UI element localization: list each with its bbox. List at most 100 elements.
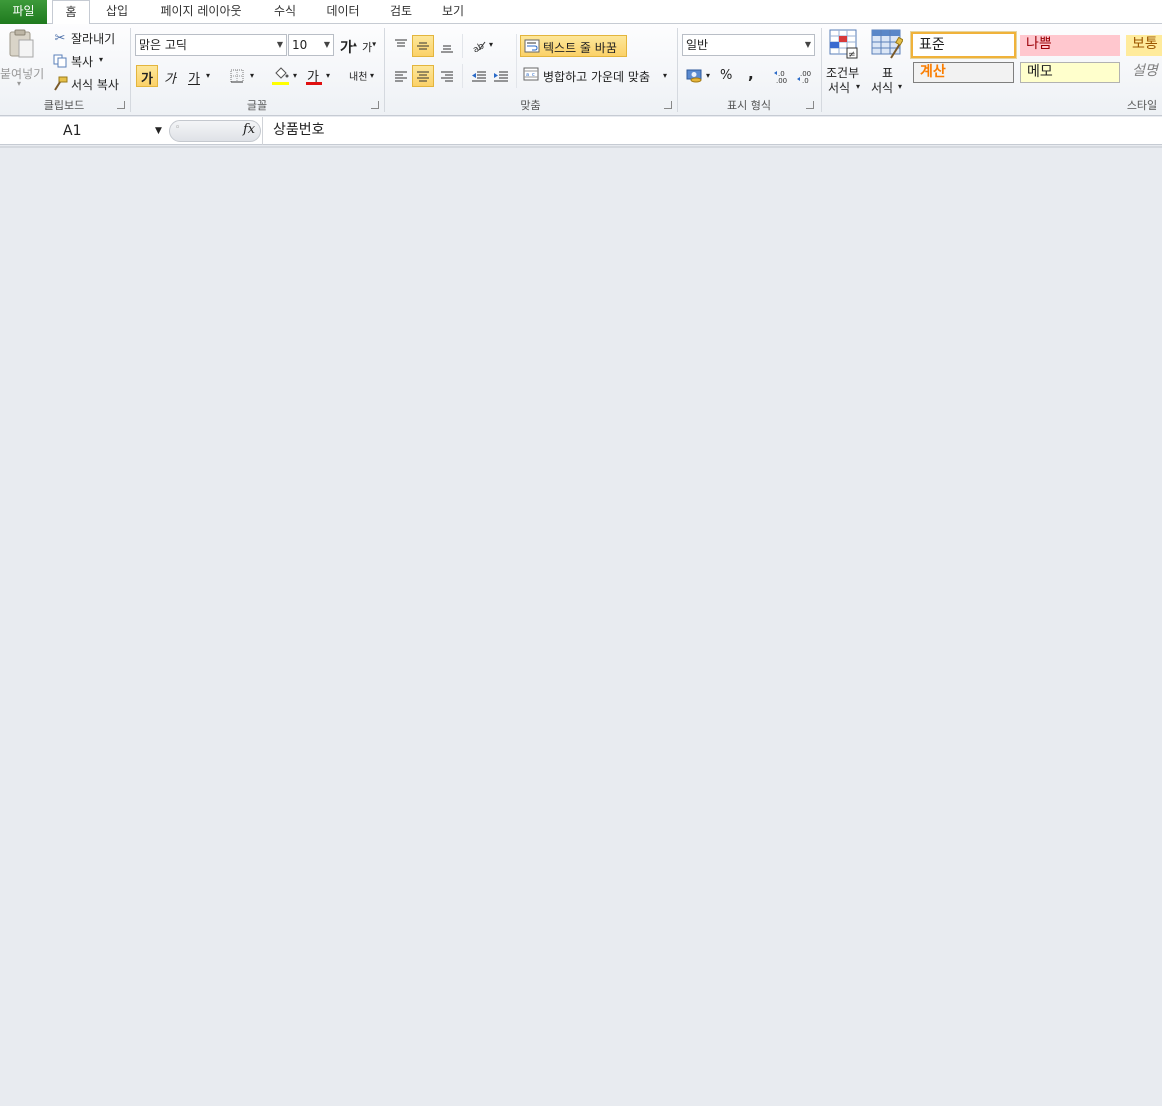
cut-icon: ✂ — [54, 30, 66, 46]
align-bottom-icon[interactable] — [438, 38, 456, 56]
style-normal-label: 표준 — [919, 37, 945, 53]
name-box[interactable]: A1 ▼ — [0, 120, 168, 142]
copy-dropdown-icon[interactable]: ▾ — [99, 55, 103, 64]
subgroup-divider — [516, 34, 517, 88]
group-divider — [821, 28, 822, 112]
italic-button[interactable]: 가 — [164, 68, 176, 87]
style-bad[interactable]: 나쁨 — [1020, 35, 1120, 56]
number-launcher-icon[interactable] — [806, 101, 814, 109]
svg-text:a: a — [526, 72, 529, 78]
align-right-icon[interactable] — [438, 67, 456, 85]
copy-button[interactable]: 복사 — [71, 53, 93, 70]
clipboard-group-label: 클립보드 — [43, 99, 85, 112]
font-name-combo[interactable]: 맑은 고딕 ▼ — [135, 34, 287, 56]
formula-content: 상품번호 — [273, 122, 325, 138]
orientation-dropdown-icon[interactable]: ▾ — [489, 40, 493, 49]
tab-home[interactable]: 홈 — [52, 0, 90, 25]
style-calculation[interactable]: 계산 — [913, 62, 1014, 83]
svg-text:≠: ≠ — [848, 50, 856, 60]
style-note[interactable]: 메모 — [1020, 62, 1120, 83]
style-normal[interactable]: 표준 — [910, 31, 1017, 59]
phonetic-button[interactable]: 내천 — [349, 68, 367, 83]
wrap-text-button[interactable]: 텍스트 줄 바꿈 — [520, 35, 627, 57]
format-painter-icon — [52, 76, 68, 92]
tab-view[interactable]: 보기 — [432, 0, 474, 24]
font-size-combo[interactable]: 10 ▼ — [288, 34, 334, 56]
chevron-down-icon: ▼ — [323, 40, 330, 49]
tab-insert[interactable]: 삽입 — [96, 0, 138, 24]
paste-icon[interactable] — [6, 28, 38, 60]
borders-dropdown-icon[interactable]: ▾ — [250, 71, 254, 80]
align-left-icon[interactable] — [392, 67, 410, 85]
align-top-icon[interactable] — [392, 36, 410, 54]
number-format-value: 일반 — [686, 38, 709, 52]
format-as-table-dropdown-icon[interactable]: ▾ — [898, 82, 902, 91]
style-neutral[interactable]: 보통 — [1126, 35, 1162, 56]
align-middle-button[interactable] — [412, 35, 434, 57]
merge-center-dropdown-icon[interactable]: ▾ — [663, 71, 667, 80]
font-group-label: 글꼴 — [246, 99, 268, 112]
format-as-table-line2[interactable]: 서식 — [871, 79, 893, 96]
increase-indent-icon[interactable] — [492, 67, 510, 85]
fill-color-icon[interactable] — [272, 66, 290, 80]
grow-font-button[interactable]: 가▴ — [340, 37, 357, 57]
phonetic-dropdown-icon[interactable]: ▾ — [370, 71, 374, 80]
formula-input[interactable]: 상품번호 — [262, 117, 1162, 145]
accounting-dropdown-icon[interactable]: ▾ — [706, 71, 710, 80]
align-middle-icon — [417, 42, 429, 50]
ribbon-tabs: 파일 홈 삽입 페이지 레이아웃 수식 데이터 검토 보기 — [0, 0, 1162, 25]
tab-review[interactable]: 검토 — [380, 0, 422, 24]
tab-page-layout[interactable]: 페이지 레이아웃 — [150, 0, 252, 24]
increase-decimal-icon[interactable]: .0.00 — [773, 67, 793, 85]
decrease-indent-icon[interactable] — [470, 67, 488, 85]
shrink-font-label: 가 — [362, 41, 373, 54]
chevron-down-icon: ▼ — [804, 40, 811, 49]
subgroup-divider — [462, 34, 463, 58]
conditional-formatting-line2[interactable]: 서식 — [828, 79, 850, 96]
alignment-launcher-icon[interactable] — [664, 101, 672, 109]
svg-text:.0: .0 — [802, 77, 809, 84]
align-center-button[interactable] — [412, 65, 434, 87]
conditional-formatting-dropdown-icon[interactable]: ▾ — [856, 82, 860, 91]
clipboard-launcher-icon[interactable] — [117, 101, 125, 109]
style-explanatory[interactable]: 설명 — [1126, 62, 1162, 83]
style-note-label: 메모 — [1027, 64, 1053, 80]
decrease-decimal-icon[interactable]: .00.0 — [796, 67, 816, 85]
merge-center-button[interactable]: 병합하고 가운데 맞춤 — [543, 68, 650, 85]
font-color-dropdown-icon[interactable]: ▾ — [326, 71, 330, 80]
paste-dropdown-icon[interactable]: ▾ — [17, 79, 21, 88]
style-explanatory-label: 설명 — [1132, 63, 1158, 79]
percent-style-button[interactable]: % — [720, 68, 732, 83]
cut-button[interactable]: 잘라내기 — [71, 30, 115, 47]
comma-style-button[interactable]: , — [748, 65, 754, 83]
tab-data[interactable]: 데이터 — [318, 0, 368, 24]
ribbon: 붙여넣기 ▾ ✂ 잘라내기 복사 ▾ 서식 복사 클립보드 맑은 고딕 ▼ 10… — [0, 24, 1162, 116]
shrink-font-button[interactable]: 가▾ — [362, 39, 376, 55]
drag-handle-icon[interactable]: ◦ — [175, 123, 180, 133]
bold-label: 가 — [141, 72, 153, 87]
grow-font-label: 가 — [340, 40, 353, 56]
accounting-format-icon[interactable] — [685, 67, 705, 85]
tab-formulas[interactable]: 수식 — [264, 0, 306, 24]
name-box-value: A1 — [63, 123, 82, 139]
number-format-combo[interactable]: 일반 ▼ — [682, 34, 815, 56]
borders-icon[interactable] — [229, 68, 245, 84]
format-painter-button[interactable]: 서식 복사 — [71, 76, 119, 93]
bold-button[interactable]: 가 — [136, 65, 158, 87]
conditional-formatting-icon[interactable]: ≠ — [829, 28, 861, 60]
style-neutral-label: 보통 — [1132, 36, 1158, 52]
insert-function-button[interactable]: fx — [243, 122, 255, 137]
name-box-dropdown-icon[interactable]: ▼ — [155, 120, 162, 142]
format-as-table-icon[interactable] — [871, 28, 904, 60]
wrap-text-label: 텍스트 줄 바꿈 — [543, 41, 617, 55]
font-launcher-icon[interactable] — [371, 101, 379, 109]
merge-center-icon: ac — [523, 67, 539, 81]
tab-file[interactable]: 파일 — [0, 0, 47, 24]
orientation-icon[interactable]: ab — [470, 36, 490, 54]
underline-dropdown-icon[interactable]: ▾ — [206, 71, 210, 80]
fill-color-swatch — [272, 82, 289, 85]
fill-color-dropdown-icon[interactable]: ▾ — [293, 71, 297, 80]
paste-button[interactable]: 붙여넣기 — [0, 65, 44, 82]
underline-button[interactable]: 가 — [188, 68, 200, 87]
number-group-label: 표시 형식 — [727, 99, 771, 112]
